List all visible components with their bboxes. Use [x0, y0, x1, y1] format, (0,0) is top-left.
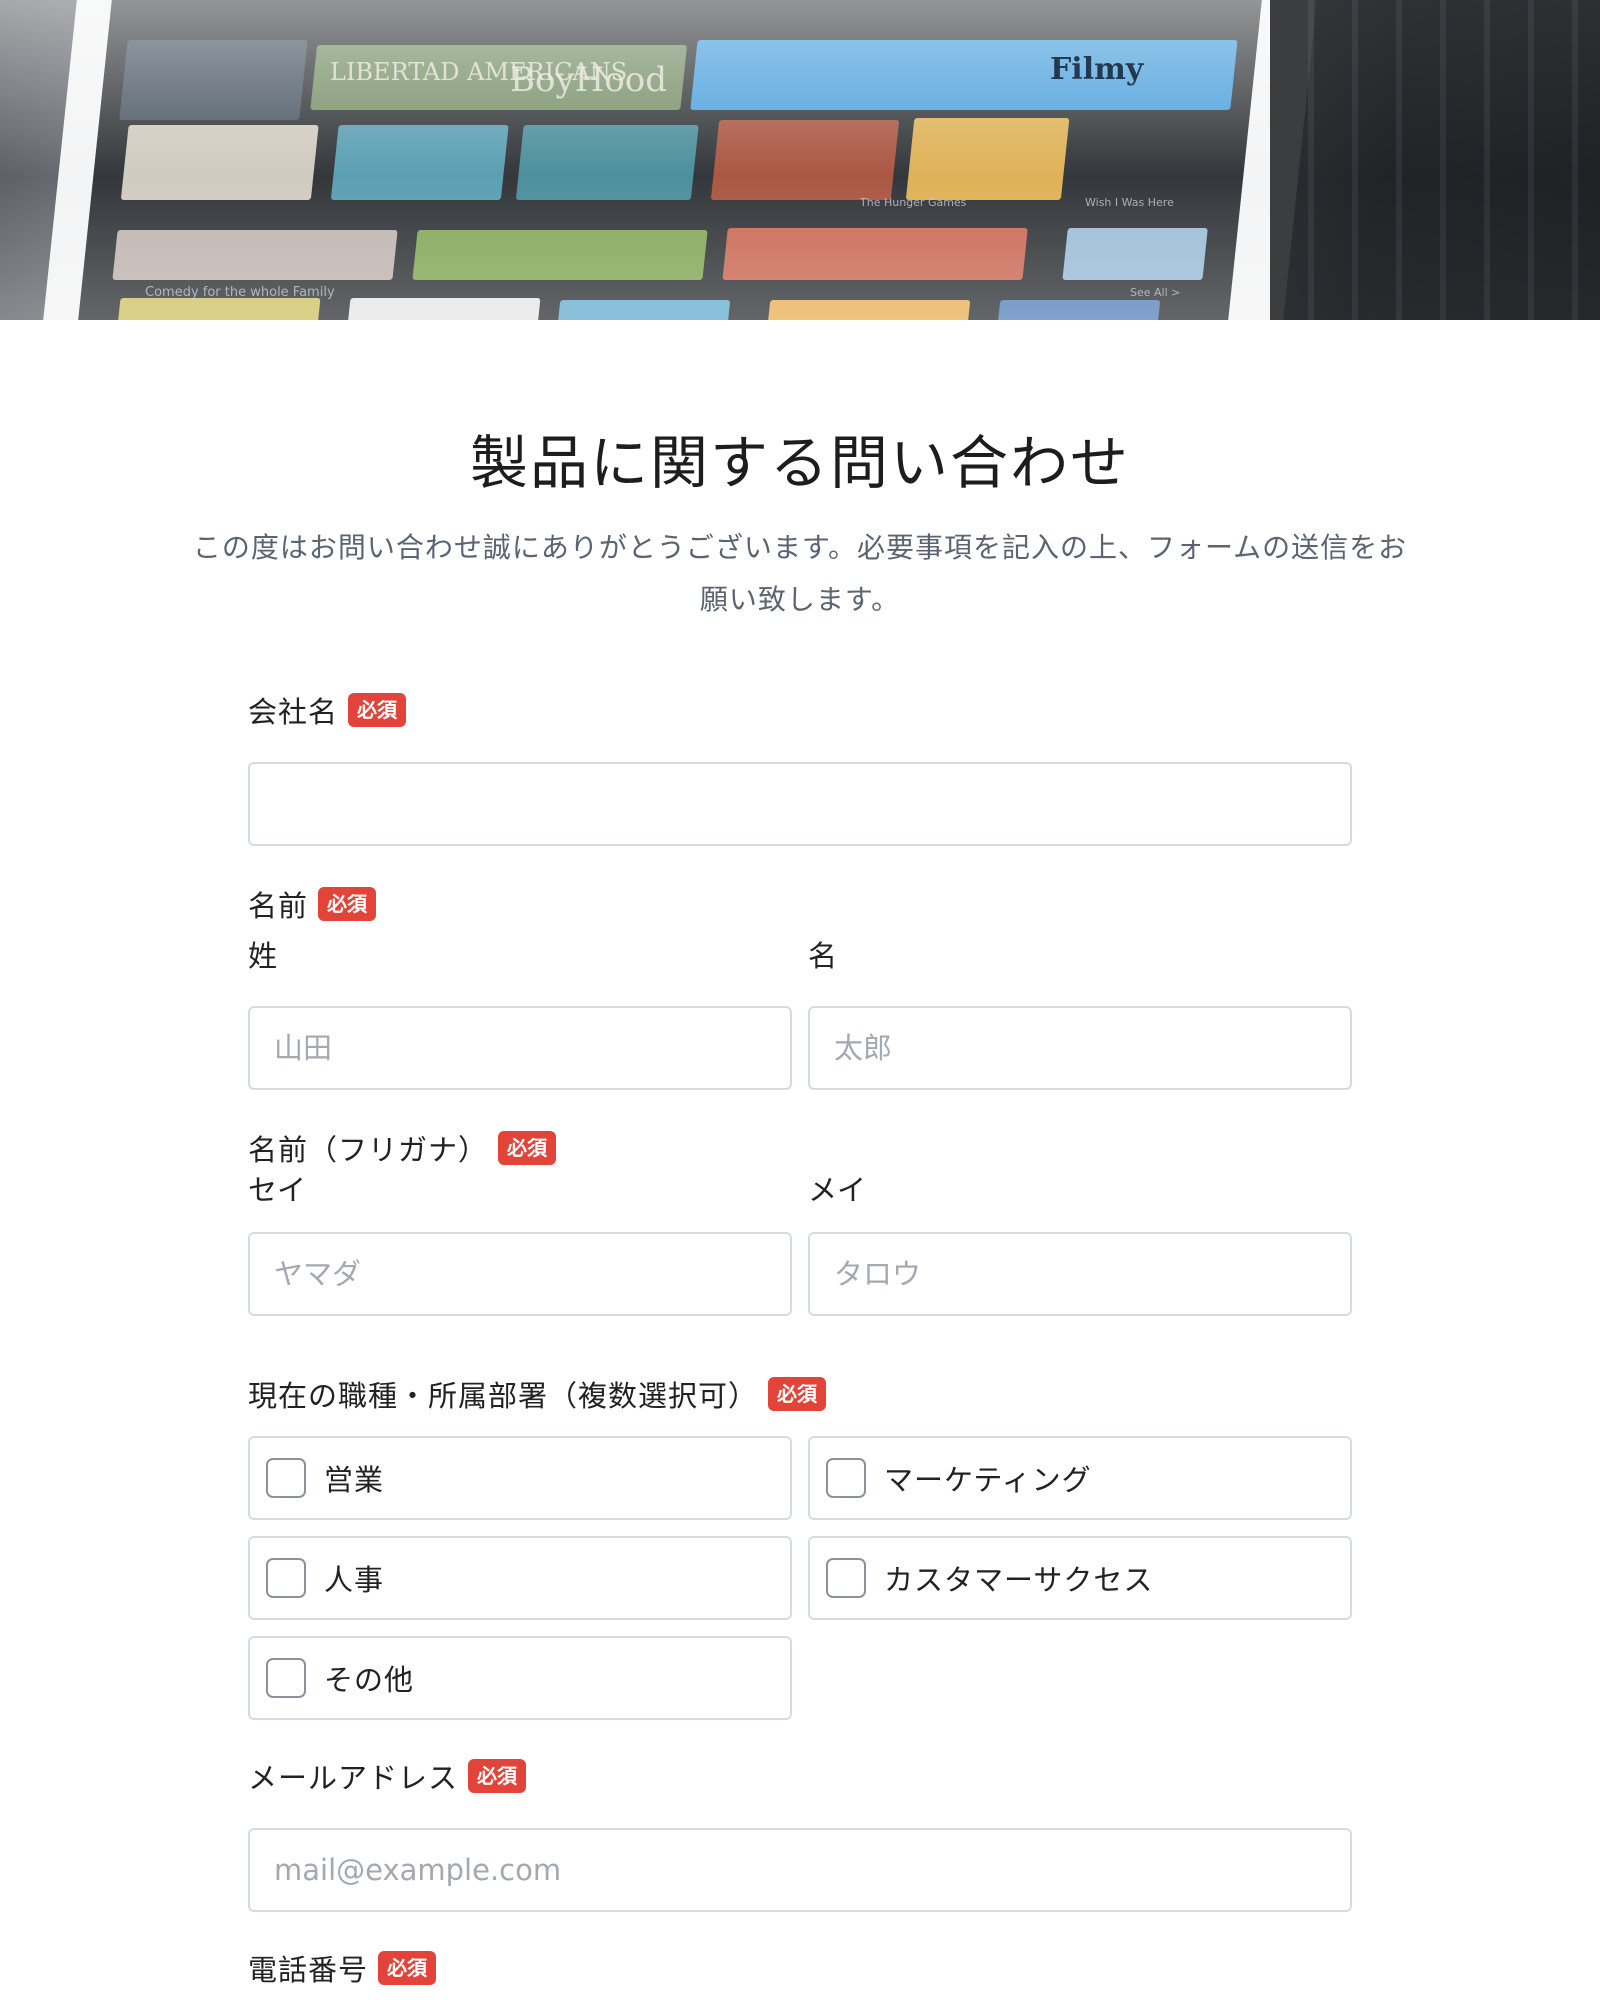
hero-caption: The Hunger Games: [860, 196, 967, 209]
required-badge: 必須: [498, 1131, 557, 1165]
role-label: 現在の職種・所属部署（複数選択可）: [248, 1379, 759, 1413]
email-label-row: メールアドレス 必須: [248, 1756, 1352, 1796]
last-kana-label: セイ: [248, 1173, 307, 1207]
name-fields: 姓 名: [248, 936, 1352, 1090]
company-label: 会社名: [248, 695, 339, 729]
phone-label-row: 電話番号 必須: [248, 1948, 1352, 1988]
email-label: メールアドレス: [248, 1761, 459, 1795]
role-option-marketing[interactable]: マーケティング: [808, 1436, 1352, 1520]
company-label-row: 会社名 必須: [248, 690, 1352, 730]
name-label: 名前: [248, 889, 309, 923]
last-name-label: 姓: [248, 939, 278, 973]
role-options: 営業 マーケティング 人事 カスタマーサクセス その他: [248, 1436, 1352, 1720]
required-badge: 必須: [318, 887, 377, 921]
page-title: 製品に関する問い合わせ: [469, 429, 1130, 497]
hero-caption: Comedy for the whole Family: [145, 285, 335, 300]
banner-mid-text: BoyHood: [510, 60, 668, 100]
required-badge: 必須: [378, 1951, 437, 1985]
last-name-input[interactable]: [248, 1006, 792, 1090]
role-option-label: 営業: [324, 1463, 385, 1497]
email-input[interactable]: [248, 1828, 1352, 1912]
page-description: この度はお問い合わせ誠にありがとうございます。必要事項を記入の上、フォームの送信…: [192, 531, 1408, 616]
first-name-label: 名: [808, 939, 838, 973]
phone-label: 電話番号: [248, 1953, 369, 1987]
role-option-label: 人事: [324, 1563, 385, 1597]
last-kana-input[interactable]: [248, 1232, 792, 1316]
inquiry-form: 会社名 必須 名前 必須 姓 名 名前（フリガナ）: [248, 690, 1352, 1988]
checkbox[interactable]: [826, 1558, 866, 1598]
banner-right-text: Filmy: [1050, 52, 1144, 87]
role-option-label: その他: [324, 1663, 415, 1697]
role-option-hr[interactable]: 人事: [248, 1536, 792, 1620]
company-input[interactable]: [248, 762, 1352, 846]
form-page: 製品に関する問い合わせ この度はお問い合わせ誠にありがとうございます。必要事項を…: [0, 320, 1600, 1988]
role-option-label: マーケティング: [884, 1463, 1092, 1497]
first-name-input[interactable]: [808, 1006, 1352, 1090]
hero-caption: See All >: [1130, 286, 1181, 299]
role-option-sales[interactable]: 営業: [248, 1436, 792, 1520]
checkbox[interactable]: [266, 1558, 306, 1598]
checkbox[interactable]: [266, 1458, 306, 1498]
role-option-customer-success[interactable]: カスタマーサクセス: [808, 1536, 1352, 1620]
name-label-row: 名前 必須: [248, 884, 1352, 924]
first-kana-input[interactable]: [808, 1232, 1352, 1316]
hero-caption: Wish I Was Here: [1085, 196, 1174, 209]
required-badge: 必須: [768, 1377, 827, 1411]
first-kana-label: メイ: [808, 1173, 867, 1207]
kana-label: 名前（フリガナ）: [248, 1133, 489, 1167]
keyboard-image: [1270, 0, 1600, 320]
checkbox[interactable]: [266, 1658, 306, 1698]
kana-fields: セイ メイ: [248, 1170, 1352, 1316]
hero-image: LIBERTAD AMERICANS BoyHood Filmy Comedy …: [0, 0, 1600, 320]
kana-label-row: 名前（フリガナ） 必須: [248, 1128, 1352, 1168]
role-option-other[interactable]: その他: [248, 1636, 792, 1720]
role-option-label: カスタマーサクセス: [884, 1563, 1154, 1597]
required-badge: 必須: [468, 1759, 527, 1793]
required-badge: 必須: [348, 693, 407, 727]
role-label-row: 現在の職種・所属部署（複数選択可） 必須: [248, 1374, 1352, 1414]
checkbox[interactable]: [826, 1458, 866, 1498]
